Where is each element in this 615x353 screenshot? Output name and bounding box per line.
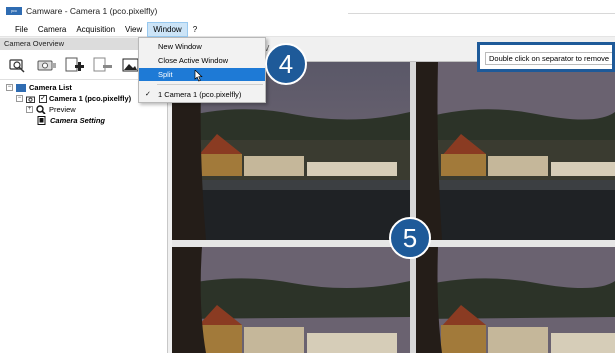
menu-split-label: Split <box>158 70 173 79</box>
window-title: Camware - Camera 1 (pco.pixelfly) <box>26 6 158 16</box>
camware-window: pco Camware - Camera 1 (pco.pixelfly) Fi… <box>0 0 615 353</box>
menu-camera[interactable]: Camera <box>33 22 71 37</box>
mouse-cursor-icon <box>194 70 203 82</box>
checkmark-icon: ✓ <box>145 91 151 98</box>
collapse-icon[interactable]: − <box>6 84 13 91</box>
camware-logo-icon: pco <box>6 7 22 15</box>
menu-separator <box>157 84 263 85</box>
step-callout-5: 5 <box>389 217 431 259</box>
separator-hint-text: Double click on separator to remove <box>485 52 612 65</box>
tree-camera-setting[interactable]: Camera Setting <box>6 115 167 126</box>
camera-list-icon <box>16 83 26 92</box>
tree-preview[interactable]: + Preview <box>6 104 167 115</box>
camera-icon[interactable] <box>36 55 58 75</box>
image-pane-top-right[interactable] <box>416 62 615 240</box>
menu-close-active-window[interactable]: Close Active Window <box>139 54 265 67</box>
menu-help[interactable]: ? <box>188 22 202 37</box>
menu-file[interactable]: File <box>10 22 33 37</box>
step-callout-4: 4 <box>265 43 307 85</box>
image-pane-bottom-right[interactable] <box>416 247 615 353</box>
menu-view[interactable]: View <box>120 22 147 37</box>
menu-window[interactable]: Window <box>147 21 188 37</box>
window-menu-dropdown: New Window Close Active Window Split ✓ 1… <box>138 37 266 103</box>
collapse-icon[interactable]: − <box>16 95 23 102</box>
menu-new-window[interactable]: New Window <box>139 40 265 53</box>
landscape-image <box>416 247 615 353</box>
separator-hint-box: Double click on separator to remove <box>477 42 615 72</box>
tree-camera-list-label: Camera List <box>29 83 72 92</box>
menu-bar: File Camera Acquisition View Window ? <box>0 21 615 37</box>
expand-icon[interactable]: + <box>26 106 33 113</box>
tree-camera-1-label: Camera 1 (pco.pixelfly) <box>49 94 132 103</box>
landscape-image <box>172 247 410 353</box>
menu-acquisition[interactable]: Acquisition <box>71 22 120 37</box>
camera-checkbox[interactable]: ✓ <box>39 94 47 103</box>
vertical-split-separator[interactable] <box>410 62 416 353</box>
magnifier-icon <box>36 105 46 114</box>
tree-preview-label: Preview <box>49 105 76 114</box>
title-divider <box>348 0 615 14</box>
settings-page-icon <box>37 116 47 125</box>
menu-camera-1-window[interactable]: ✓ 1 Camera 1 (pco.pixelfly) <box>139 88 265 101</box>
zoom-camera-icon[interactable] <box>8 55 30 75</box>
landscape-image <box>416 62 615 240</box>
remove-camera-icon[interactable] <box>92 55 114 75</box>
add-camera-icon[interactable] <box>64 55 86 75</box>
image-pane-bottom-left[interactable] <box>172 247 410 353</box>
menu-split[interactable]: Split <box>139 68 265 82</box>
camera-icon <box>26 95 36 103</box>
menu-camera-1-label: 1 Camera 1 (pco.pixelfly) <box>158 90 242 99</box>
tree-camera-setting-label: Camera Setting <box>50 116 106 125</box>
